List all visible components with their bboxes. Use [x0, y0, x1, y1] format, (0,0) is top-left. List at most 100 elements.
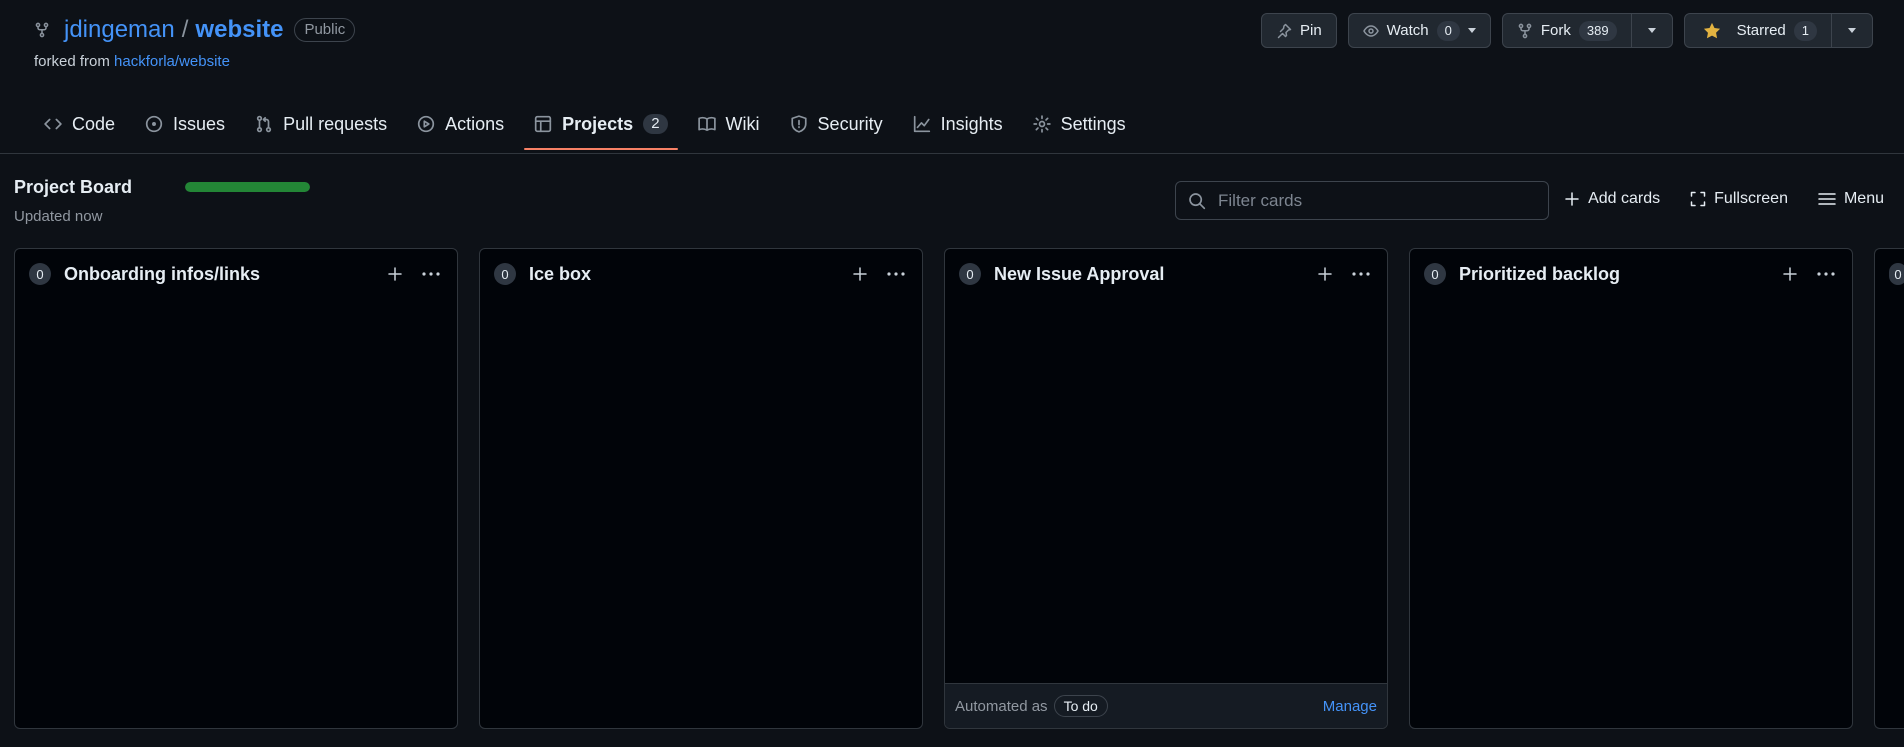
column-options-button[interactable]	[884, 262, 908, 286]
starred-button[interactable]: Starred 1	[1683, 13, 1873, 48]
tab-security-label: Security	[817, 113, 883, 134]
watch-count: 0	[1436, 20, 1460, 41]
tab-actions[interactable]: Actions	[407, 104, 514, 144]
pin-button[interactable]: Pin	[1260, 13, 1337, 48]
column-add-button[interactable]	[383, 262, 407, 286]
column-options-button[interactable]	[1814, 262, 1838, 286]
column-add-button[interactable]	[848, 262, 872, 286]
column-onboarding: 0 Onboarding infos/links	[14, 248, 458, 729]
column-automation-footer: Automated as To do Manage	[945, 683, 1387, 728]
manage-automation-link[interactable]: Manage	[1323, 698, 1377, 715]
column-card-count: 0	[1889, 263, 1904, 285]
board-columns: 0 Onboarding infos/links 0 Ice box 0 New…	[14, 248, 1904, 729]
tab-projects-label: Projects	[562, 113, 634, 134]
kebab-horizontal-icon	[887, 272, 905, 276]
fullscreen-label: Fullscreen	[1714, 190, 1788, 207]
shield-icon	[790, 115, 807, 133]
play-icon	[417, 115, 435, 133]
tab-code[interactable]: Code	[34, 104, 125, 144]
plus-icon	[388, 267, 402, 281]
pin-label: Pin	[1299, 22, 1322, 39]
tab-pull-requests-label: Pull requests	[283, 113, 388, 134]
column-name[interactable]: Prioritized backlog	[1459, 264, 1766, 285]
star-filled-icon	[1703, 22, 1720, 38]
watch-button[interactable]: Watch 0	[1347, 13, 1491, 48]
starred-label: Starred	[1736, 22, 1786, 39]
column-new-issue-approval: 0 New Issue Approval Automated as To do …	[944, 248, 1388, 729]
fork-icon	[1518, 23, 1532, 38]
tabs-divider	[0, 153, 1904, 154]
tab-projects[interactable]: Projects 2	[524, 104, 678, 150]
repo-tabs: Code Issues Pull requests Actions Projec…	[34, 104, 1146, 152]
plus-icon	[1318, 267, 1332, 281]
kebab-horizontal-icon	[1352, 272, 1370, 276]
tab-settings[interactable]: Settings	[1023, 104, 1136, 144]
repo-header: jdingeman / website Public	[34, 14, 356, 46]
kebab-horizontal-icon	[1817, 272, 1835, 276]
column-options-button[interactable]	[1349, 262, 1373, 286]
column-partial: 0	[1874, 248, 1904, 729]
tab-pull-requests[interactable]: Pull requests	[245, 104, 397, 144]
tab-wiki[interactable]: Wiki	[688, 104, 770, 144]
add-cards-label: Add cards	[1588, 190, 1661, 207]
column-name[interactable]: Onboarding infos/links	[64, 264, 371, 285]
column-ice-box: 0 Ice box	[479, 248, 923, 729]
kebab-horizontal-icon	[422, 272, 440, 276]
automation-preset-badge: To do	[1053, 695, 1108, 717]
forked-from-link[interactable]: hackforla/website	[114, 53, 230, 70]
search-icon	[1189, 192, 1206, 209]
menu-button[interactable]: Menu	[1818, 190, 1884, 208]
table-icon	[535, 115, 552, 133]
board-title: Project Board	[14, 177, 133, 197]
board-progress-bar	[185, 182, 310, 192]
book-icon	[697, 116, 716, 132]
repo-name-link[interactable]: website	[195, 16, 283, 44]
column-card-count: 0	[1424, 263, 1446, 285]
hamburger-icon	[1818, 193, 1836, 205]
tab-insights[interactable]: Insights	[903, 104, 1013, 144]
tab-code-label: Code	[72, 113, 116, 134]
star-dropdown-icon	[1848, 28, 1856, 33]
board-actions: Add cards Fullscreen Menu	[1564, 190, 1884, 208]
fullscreen-button[interactable]: Fullscreen	[1690, 190, 1788, 208]
column-card-count: 0	[29, 263, 51, 285]
issue-icon	[145, 115, 163, 133]
pull-request-icon	[256, 115, 272, 133]
watch-label: Watch	[1386, 22, 1429, 39]
column-options-button[interactable]	[419, 262, 443, 286]
add-cards-button[interactable]: Add cards	[1564, 190, 1660, 208]
fork-dropdown[interactable]	[1630, 14, 1672, 47]
fork-label: Fork	[1540, 22, 1571, 39]
filter-cards	[1175, 181, 1549, 220]
star-count: 1	[1793, 20, 1817, 41]
repo-owner-link[interactable]: jdingeman	[64, 16, 175, 44]
tab-wiki-label: Wiki	[725, 113, 760, 134]
filter-cards-input[interactable]	[1218, 190, 1538, 211]
watch-dropdown-icon[interactable]	[1467, 28, 1476, 33]
plus-icon	[1565, 192, 1579, 206]
graph-icon	[913, 115, 930, 133]
column-name[interactable]: New Issue Approval	[994, 264, 1301, 285]
star-dropdown[interactable]	[1831, 14, 1872, 47]
column-name[interactable]: Ice box	[529, 264, 836, 285]
automated-as-label: Automated as	[955, 697, 1048, 715]
fork-button[interactable]: Fork 389	[1501, 13, 1673, 48]
column-card-count: 0	[959, 263, 981, 285]
visibility-badge: Public	[294, 18, 356, 42]
fork-count: 389	[1578, 20, 1617, 41]
tab-settings-label: Settings	[1060, 113, 1126, 134]
column-card-count: 0	[494, 263, 516, 285]
menu-label: Menu	[1843, 190, 1884, 207]
plus-icon	[853, 267, 867, 281]
column-add-button[interactable]	[1778, 262, 1802, 286]
tab-issues[interactable]: Issues	[135, 104, 235, 144]
eye-icon	[1362, 24, 1379, 37]
repo-forked-icon	[35, 22, 49, 38]
tab-security[interactable]: Security	[780, 104, 893, 144]
board-progress-fill	[185, 182, 310, 192]
forked-from-prefix: forked from	[34, 53, 110, 70]
plus-icon	[1783, 267, 1797, 281]
column-add-button[interactable]	[1313, 262, 1337, 286]
repo-actions: Pin Watch 0 Fork 389 Starred 1	[1260, 13, 1873, 48]
pin-icon	[1277, 23, 1292, 38]
